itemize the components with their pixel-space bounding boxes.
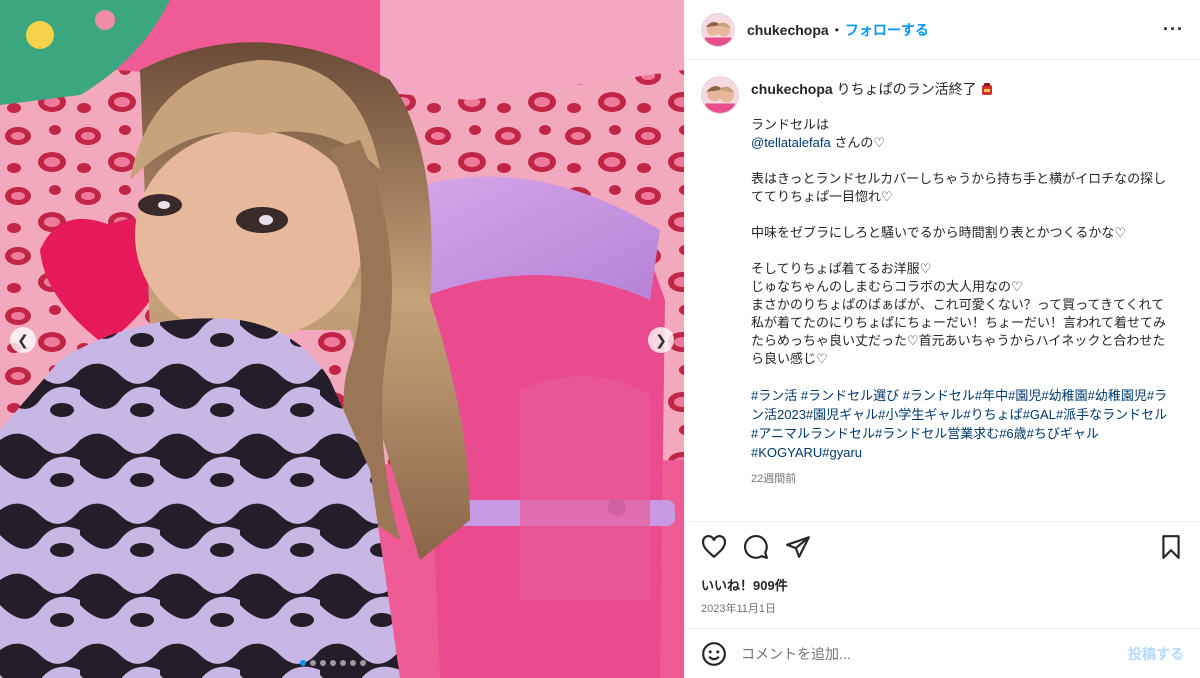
post-side-panel: chukechopa • フォローする ··· chukechopa りちょぱの… <box>684 0 1200 678</box>
carousel-dot <box>300 660 306 666</box>
post-media[interactable]: ❮ ❯ <box>0 0 684 678</box>
carousel-prev-button[interactable]: ❮ <box>10 327 36 353</box>
mention-link[interactable]: @tellatalefafa <box>751 135 831 150</box>
carousel-dot <box>340 660 346 666</box>
hashtags[interactable]: #ラン活 #ランドセル選び #ランドセル#年中#園児#幼稚園#幼稚園児#ラン活2… <box>751 386 1171 462</box>
caption-avatar[interactable] <box>701 76 739 114</box>
caption-head: chukechopa りちょぱのラン活終了 <box>751 80 1171 98</box>
avatar-image <box>702 13 734 46</box>
caption-blank-line <box>751 242 1171 260</box>
caption-line: 表はきっとランドセルカバーしちゃうから持ち手と横がイロチなの探しててりちょぱ一目… <box>751 171 1167 204</box>
caption-time-ago: 22週間前 <box>751 473 797 485</box>
backpack-emoji-icon <box>982 83 993 95</box>
comment-button[interactable] <box>743 534 769 560</box>
mention-suffix: さんの♡ <box>830 135 885 150</box>
more-options-icon[interactable]: ··· <box>1163 19 1184 40</box>
share-button[interactable] <box>785 534 811 560</box>
save-button[interactable] <box>1158 534 1184 560</box>
carousel-dot <box>310 660 316 666</box>
follow-button[interactable]: フォローする <box>845 20 929 40</box>
post-author-username[interactable]: chukechopa <box>747 22 829 38</box>
instagram-post: ❮ ❯ chukechopa • フォローする ··· chukechopa り… <box>0 0 1200 678</box>
heart-icon <box>702 534 726 558</box>
caption-mention-line: @tellatalefafa さんの♡ <box>751 134 1171 152</box>
like-count[interactable]: いいね！909件 <box>685 571 1200 594</box>
caption-area: chukechopa りちょぱのラン活終了 ランドセルは @tellatalefa… <box>685 60 1200 505</box>
caption-blank-line <box>751 368 1171 386</box>
caption-line: まさかのりちょぱのばぁばが、これ可愛くない？って買ってきてくれて私が着てたのにり… <box>751 297 1166 366</box>
carousel-dot <box>330 660 336 666</box>
caption: chukechopa りちょぱのラン活終了 ランドセルは @tellatalefa… <box>701 76 1184 486</box>
caption-line: ランドセルは <box>751 117 830 132</box>
carousel-next-button[interactable]: ❯ <box>648 327 674 353</box>
chevron-right-icon: ❯ <box>655 331 667 348</box>
caption-blank-line <box>751 152 1171 170</box>
bookmark-icon <box>1162 534 1180 559</box>
caption-blank-line <box>751 206 1171 224</box>
share-icon <box>786 535 810 558</box>
caption-line: じゅなちゃんのしまむらコラボの大人用なの♡ <box>751 279 1023 294</box>
carousel-dot <box>320 660 326 666</box>
caption-username[interactable]: chukechopa <box>751 81 833 97</box>
avatar[interactable] <box>701 12 735 47</box>
header-separator: • <box>834 22 839 37</box>
caption-text: ランドセルは @tellatalefafa さんの♡ 表はきっとランドセルカバーしち… <box>751 116 1171 386</box>
carousel-dot <box>360 660 366 666</box>
post-photo <box>0 0 684 678</box>
caption-title: りちょぱのラン活終了 <box>836 81 977 97</box>
emoji-icon <box>702 641 726 666</box>
comment-icon <box>744 534 768 559</box>
caption-line: 中味をゼブラにしろと騒いでるから時間割り表とかつくるかな♡ <box>751 225 1127 240</box>
carousel-indicator <box>300 660 366 666</box>
post-header: chukechopa • フォローする ··· <box>685 0 1200 60</box>
emoji-button[interactable] <box>701 641 727 667</box>
caption-body: chukechopa りちょぱのラン活終了 ランドセルは @tellatalefa… <box>751 76 1171 486</box>
like-button[interactable] <box>701 534 727 560</box>
caption-line: そしてりちょぱ着てるお洋服♡ <box>751 261 932 276</box>
carousel-dot <box>350 660 356 666</box>
post-comment-button[interactable]: 投稿する <box>1128 644 1184 664</box>
comment-input[interactable] <box>741 645 1128 662</box>
avatar-image <box>702 77 738 113</box>
action-bar <box>685 521 1200 571</box>
post-date: 2023年11月1日 <box>701 603 777 615</box>
comment-composer: 投稿する <box>685 628 1200 678</box>
chevron-left-icon: ❮ <box>17 331 29 348</box>
